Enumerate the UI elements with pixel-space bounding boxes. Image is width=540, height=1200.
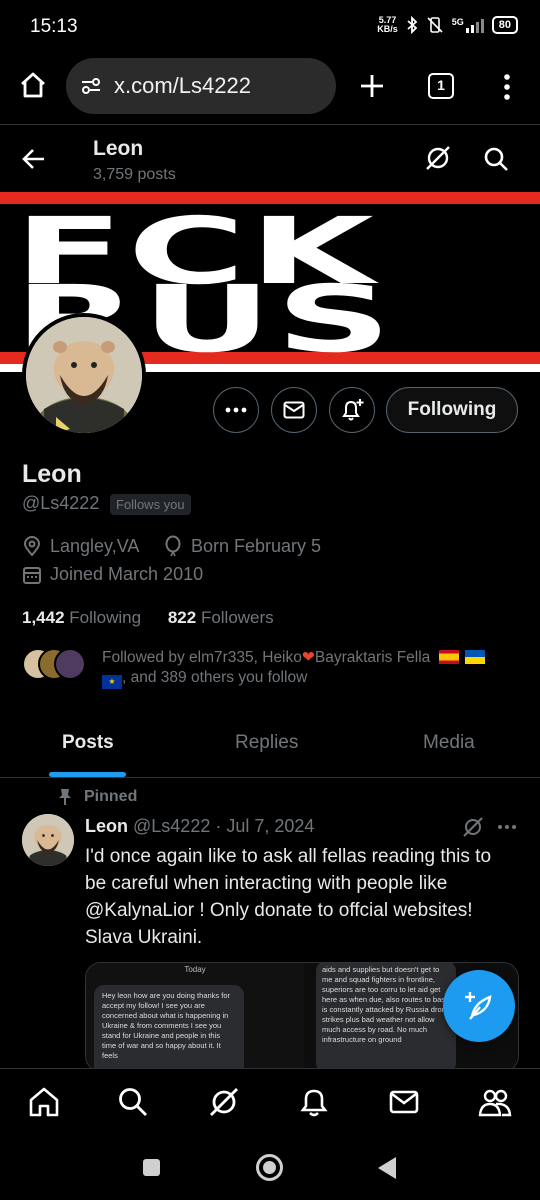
home-icon[interactable] [27,1085,61,1119]
more-vert-icon[interactable] [498,72,516,102]
tab-count: 1 [437,77,445,93]
following-label: Following [69,608,142,627]
following-count: 1,442 [22,608,65,627]
bottom-navigation [0,1068,540,1136]
balloon-icon [165,535,181,557]
compose-feather-icon [465,992,492,1020]
site-settings-icon[interactable] [80,76,102,96]
follows-you-badge: Follows you [110,494,191,515]
follower-avatar [54,648,86,680]
pinned-label: Pinned [58,788,137,806]
tab-media[interactable]: Media [423,732,475,754]
bluetooth-icon [407,16,418,34]
url-bar[interactable]: x.com/Ls4222 [66,58,336,114]
tab-switcher-button[interactable]: 1 [428,73,454,99]
post-meta: @Ls4222 · Jul 7, 2024 [133,816,315,836]
profile-tabs: Posts Replies Media [0,708,540,778]
avatar-image [26,317,142,433]
followed-by[interactable]: Followed by elm7r335, Heiko❤Bayraktaris … [22,646,522,690]
net-speed-unit: KB/s [377,24,398,34]
search-icon[interactable] [482,145,510,173]
new-tab-icon[interactable] [358,72,386,100]
communities-icon[interactable] [478,1085,512,1119]
followed-by-name2: Bayraktaris Fella [314,649,431,666]
tab-posts[interactable]: Posts [62,732,114,754]
joined-date: Joined March 2010 [22,564,203,585]
signal-label: 5G [451,17,464,27]
birthday-text: Born February 5 [191,535,322,556]
header-post-count: 3,759 posts [93,166,176,183]
pin-icon [59,789,71,805]
back-arrow-icon[interactable] [20,145,48,173]
profile-avatar[interactable] [22,313,146,437]
grok-icon[interactable] [207,1085,241,1119]
home-icon[interactable] [18,70,48,100]
recents-button[interactable] [143,1159,160,1176]
followed-by-names: Followed by elm7r335, Heiko [102,649,302,666]
vibrate-muted-icon [427,17,443,33]
home-button[interactable] [256,1154,283,1181]
grok-icon[interactable] [462,816,484,838]
active-tab-indicator [49,772,126,777]
post-author-name[interactable]: Leon [85,816,128,836]
chat-today-label: Today [184,965,206,974]
location: Langley,VA [22,535,139,557]
profile-display-name: Leon [22,460,82,488]
followers-label: Followers [200,608,274,627]
chat-bubble: Hey leon how are you doing thanks for ac… [94,985,244,1071]
status-bar: 15:13 5.77 KB/s 5G 80 [0,0,540,52]
followers-link[interactable]: 822 Followers [168,608,274,627]
chat-bubble: aids and supplies but doesn't get to me … [316,963,456,1071]
follow-counts: 1,442 Following 822 Followers [22,608,274,628]
profile-header: Leon 3,759 posts [0,124,540,192]
back-button[interactable] [378,1157,396,1179]
more-horizontal-icon [225,407,247,413]
android-system-nav [0,1136,540,1200]
more-options-button[interactable] [213,387,259,433]
status-icons: 5.77 KB/s 5G 80 [377,16,518,34]
fire-heart-emoji: ❤ [301,649,315,666]
battery-icon: 80 [491,16,518,34]
messages-mail-icon[interactable] [387,1085,421,1119]
net-speed: 5.77 KB/s [377,16,398,34]
more-horizontal-icon[interactable] [496,816,518,838]
following-button[interactable]: Following [386,387,518,433]
profile-handle: @Ls4222 [22,493,100,513]
pinned-text: Pinned [84,788,138,805]
birthday: Born February 5 [163,535,321,557]
chat-screenshot-left: Today Hey leon how are you doing thanks … [86,963,304,1071]
flag-ukraine-icon [464,650,485,664]
post-text: I'd once again like to ask all fellas re… [85,846,492,948]
battery-level: 80 [498,19,511,31]
calendar-icon [23,566,41,584]
bell-plus-icon [342,399,364,421]
post-author-avatar[interactable] [22,814,74,866]
following-link[interactable]: 1,442 Following [22,608,141,627]
joined-text: Joined March 2010 [50,564,204,584]
followed-by-others: , and 389 others you follow [122,669,308,686]
flag-spain-icon [438,650,459,664]
followed-by-text: Followed by elm7r335, Heiko❤Bayraktaris … [102,648,522,689]
post-header: Leon @Ls4222 · Jul 7, 2024 [85,816,314,837]
followed-by-avatars [22,648,88,680]
notify-button[interactable] [329,387,375,433]
signal-icon: 5G [452,17,484,33]
flag-eu-icon: ★ [102,675,122,689]
notifications-bell-icon[interactable] [297,1085,331,1119]
status-time: 15:13 [30,16,78,37]
followers-count: 822 [167,608,197,627]
tab-replies[interactable]: Replies [235,732,298,754]
header-name: Leon [93,137,144,160]
grok-icon[interactable] [424,144,452,172]
post-avatar-image [22,814,74,866]
location-pin-icon [23,536,41,557]
location-text: Langley,VA [50,535,140,556]
url-text[interactable]: x.com/Ls4222 [114,73,251,99]
browser-toolbar: x.com/Ls4222 1 [0,52,540,122]
compose-post-button[interactable] [443,970,515,1042]
mail-icon [283,401,305,419]
search-icon[interactable] [116,1085,150,1119]
message-button[interactable] [271,387,317,433]
